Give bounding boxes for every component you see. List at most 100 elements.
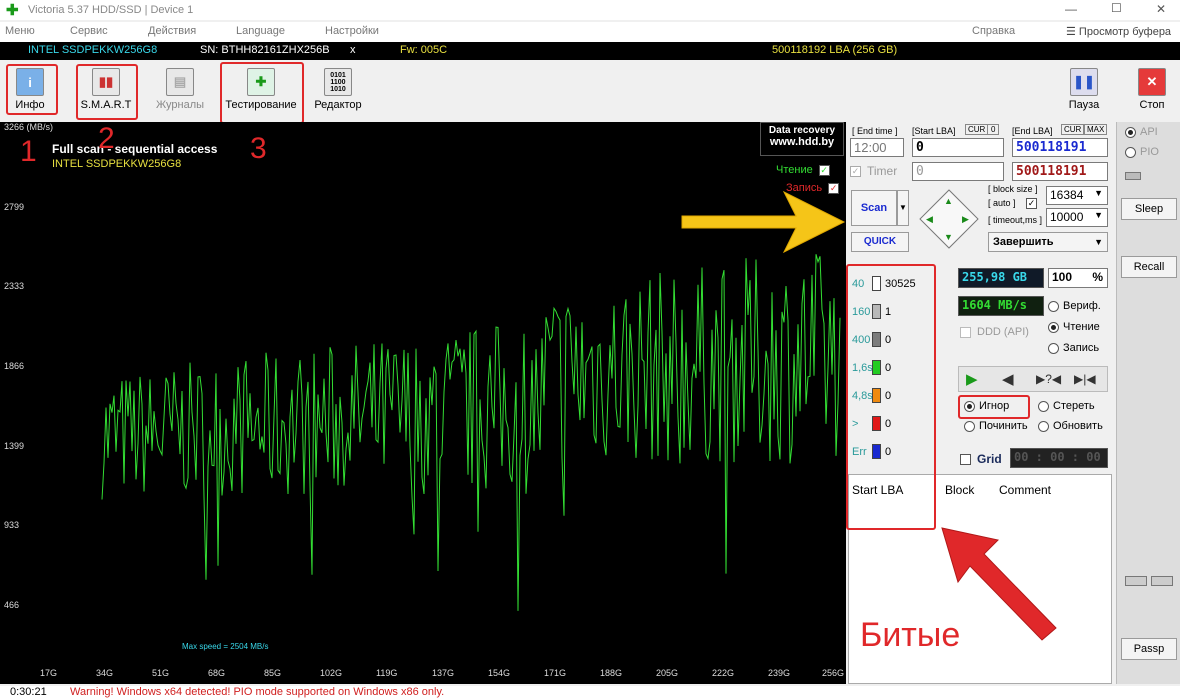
arrow-up-icon[interactable]: ▲ <box>944 196 953 206</box>
annotation-box-counters <box>846 264 936 530</box>
x-tick: 85G <box>264 668 282 678</box>
column-header-comment: Comment <box>999 483 1052 497</box>
device-close-button[interactable]: x <box>350 44 356 56</box>
ddd-api-checkbox[interactable] <box>960 326 971 338</box>
x-tick: 256G <box>822 668 845 678</box>
arrow-down-icon[interactable]: ▼ <box>944 232 953 242</box>
menu-item-help[interactable]: Справка <box>972 25 1015 37</box>
direction-pad[interactable]: ▲ ▼ ◀ ▶ <box>918 188 980 250</box>
percent-value: 100 <box>1052 270 1073 284</box>
logs-button[interactable]: ▤ Журналы <box>150 66 210 118</box>
back-icon[interactable]: ◀ <box>1002 370 1014 388</box>
logs-icon: ▤ <box>166 68 194 96</box>
end-time-input[interactable]: 12:00 <box>850 138 904 157</box>
menu-item-menu[interactable]: Меню <box>5 25 35 37</box>
y-tick: 933 <box>4 520 20 530</box>
x-tick: 102G <box>320 668 343 678</box>
block-size-value: 16384 <box>1050 188 1084 202</box>
api-label: API <box>1140 126 1158 138</box>
max-speed-label: Max speed = 2504 MB/s <box>182 642 269 651</box>
erase-label: Стереть <box>1053 400 1095 412</box>
finish-action-value: Завершить <box>993 236 1054 248</box>
start-zero-button[interactable]: 0 <box>987 124 1000 135</box>
x-tick: 34G <box>96 668 114 678</box>
x-tick: 119G <box>376 668 398 678</box>
y-axis-unit: 3266 (MB/s) <box>4 122 54 132</box>
quick-button[interactable]: QUICK <box>851 232 909 252</box>
size-readout: 255,98 GB <box>958 268 1044 288</box>
read-checkbox[interactable]: ✓ <box>818 164 830 176</box>
buffer-view-link[interactable]: ☰ Просмотр буфера <box>1066 25 1171 38</box>
ddd-api-toggle[interactable]: DDD (API) <box>960 326 1029 338</box>
annotation-number-3: 3 <box>250 132 267 165</box>
play-icon[interactable]: ▶ <box>966 370 978 388</box>
end-cur-button[interactable]: CUR <box>1061 124 1085 135</box>
list-icon: ☰ <box>1066 26 1079 38</box>
scan-dropdown-button[interactable]: ▼ <box>897 190 909 226</box>
timer-input[interactable]: 0 <box>912 162 1004 181</box>
mode-read-radio[interactable]: Чтение <box>1048 321 1100 333</box>
radio-dot-selected <box>1125 126 1136 138</box>
menu-item-language[interactable]: Language <box>236 25 285 37</box>
passp-button[interactable]: Passp <box>1121 638 1177 660</box>
logo-box: Data recovery www.hdd.by <box>760 122 844 156</box>
pause-button[interactable]: ❚❚ Пауза <box>1054 66 1114 118</box>
close-button[interactable]: ✕ <box>1156 2 1166 16</box>
finish-action-select[interactable]: Завершить ▼ <box>988 232 1108 252</box>
radio-dot <box>1038 420 1049 432</box>
editor-button[interactable]: 0101 1100 1010 Редактор <box>308 66 368 118</box>
menu-item-settings[interactable]: Настройки <box>325 25 379 37</box>
timer-label: Timer <box>867 164 898 178</box>
x-tick: 17G <box>40 668 58 678</box>
status-time: 0:30:21 <box>10 686 47 698</box>
jump-end-icon[interactable]: ▶|◀ <box>1074 372 1096 386</box>
logo-line1: Data recovery <box>768 125 836 136</box>
radio-dot <box>1125 146 1136 158</box>
arrow-right-icon[interactable]: ▶ <box>962 214 969 225</box>
menu-item-actions[interactable]: Действия <box>148 25 196 37</box>
radio-dot <box>1048 342 1059 354</box>
x-tick: 239G <box>768 668 791 678</box>
recall-button[interactable]: Recall <box>1121 256 1177 278</box>
timeout-select[interactable]: 10000 ▼ <box>1046 208 1108 227</box>
mode-read-label: Чтение <box>1063 321 1100 333</box>
title-bar: ✚ Victoria 5.37 HDD/SSD | Device 1 — ☐ ✕ <box>0 0 1180 20</box>
timeout-label: [ timeout,ms ] <box>988 215 1043 225</box>
read-toggle[interactable]: Чтение ✓ <box>776 164 830 176</box>
y-tick: 1866 <box>4 361 25 371</box>
scan-button[interactable]: Scan <box>851 190 897 226</box>
refresh-radio[interactable]: Обновить <box>1038 420 1103 432</box>
skip-random-icon[interactable]: ▶?◀ <box>1036 372 1061 386</box>
menu-item-service[interactable]: Сервис <box>70 25 108 37</box>
arrow-left-icon[interactable]: ◀ <box>926 214 933 225</box>
annotation-box-testing <box>220 62 304 124</box>
grid-label: Grid <box>977 452 1002 466</box>
mode-write-radio[interactable]: Запись <box>1048 342 1099 354</box>
minimize-button[interactable]: — <box>1065 2 1077 16</box>
device-capacity: 500118192 LBA (256 GB) <box>772 44 898 56</box>
repair-radio[interactable]: Починить <box>964 420 1028 432</box>
pio-radio[interactable]: PIO <box>1125 146 1159 158</box>
block-size-select[interactable]: 16384 ▼ <box>1046 186 1108 205</box>
grid-checkbox[interactable] <box>960 453 971 465</box>
chevron-down-icon: ▼ <box>1094 237 1103 247</box>
end-lba-label: [End LBA] <box>1012 126 1053 136</box>
api-radio[interactable]: API <box>1125 126 1158 138</box>
grid-toggle[interactable]: Grid <box>960 452 1002 466</box>
logo-line2: www.hdd.by <box>769 136 835 148</box>
start-cur-button[interactable]: CUR <box>965 124 989 135</box>
x-tick: 154G <box>488 668 511 678</box>
annotation-box-info <box>6 64 58 115</box>
maximize-button[interactable]: ☐ <box>1111 1 1122 15</box>
mode-verify-radio[interactable]: Вериф. <box>1048 300 1101 312</box>
end-max-button[interactable]: MAX <box>1084 124 1108 135</box>
end-lba-input[interactable]: 500118191 <box>1012 138 1108 157</box>
auto-checkbox[interactable]: ✓ <box>1026 198 1037 209</box>
stop-button[interactable]: ✕ Стоп <box>1122 66 1180 118</box>
erase-radio[interactable]: Стереть <box>1038 400 1095 412</box>
refresh-label: Обновить <box>1053 420 1103 432</box>
sleep-button[interactable]: Sleep <box>1121 198 1177 220</box>
timer-toggle[interactable]: ✓ Timer <box>850 164 897 178</box>
start-lba-input[interactable]: 0 <box>912 138 1004 157</box>
timer-checkbox[interactable]: ✓ <box>850 165 861 177</box>
